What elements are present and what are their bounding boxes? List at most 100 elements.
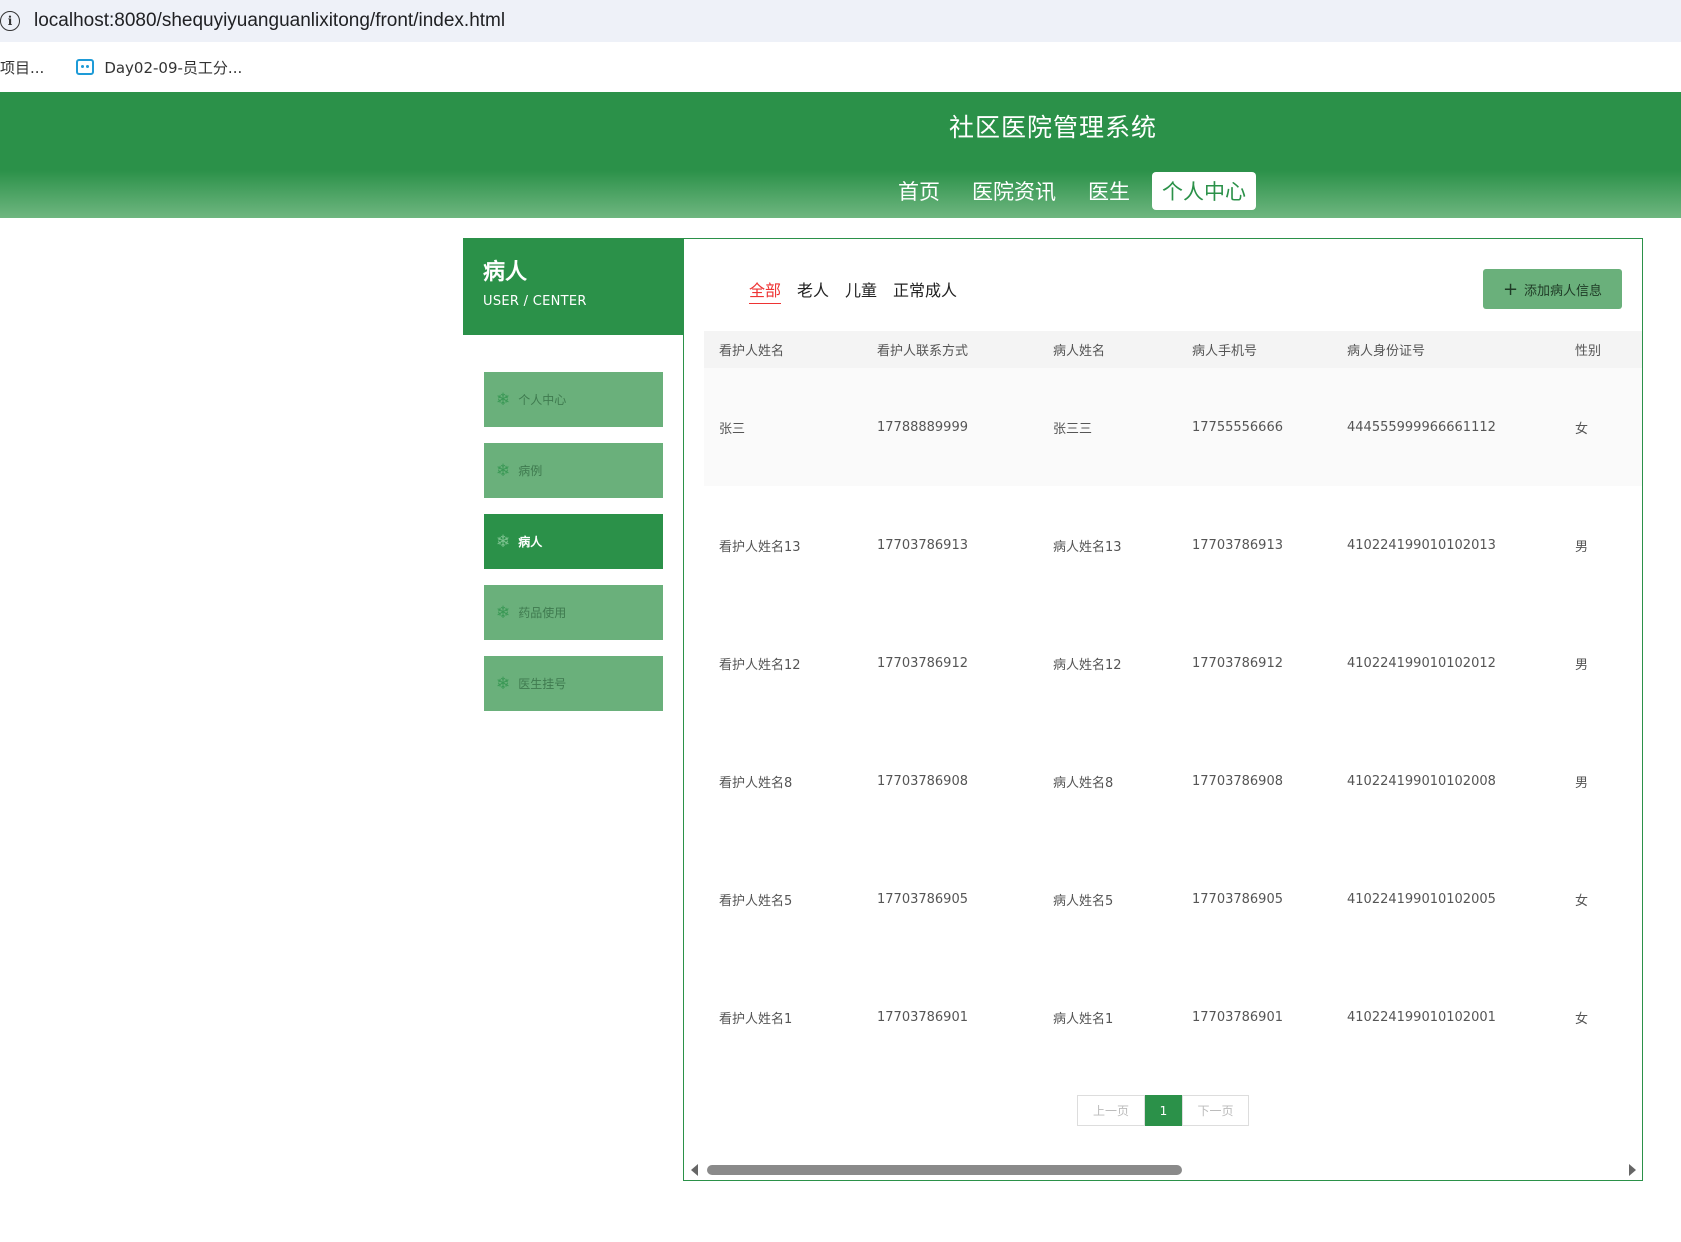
column-header: 看护人联系方式 bbox=[877, 344, 969, 359]
table-cell: 17703786901 bbox=[877, 1009, 968, 1025]
add-patient-button[interactable]: + 添加病人信息 bbox=[1483, 269, 1622, 309]
nav-hospital-news[interactable]: 医院资讯 bbox=[962, 172, 1066, 210]
sidebar-subtitle: USER / CENTER bbox=[483, 294, 587, 309]
table-cell: 410224199010102013 bbox=[1347, 537, 1496, 553]
category-filters: 全部 老人 儿童 正常成人 bbox=[749, 277, 973, 304]
nav-doctors[interactable]: 医生 bbox=[1078, 172, 1140, 210]
table-cell: 17703786905 bbox=[877, 891, 968, 907]
main-nav: 首页 医院资讯 医生 个人中心 bbox=[888, 172, 1268, 210]
site-header: 社区医院管理系统 首页 医院资讯 医生 个人中心 bbox=[0, 92, 1681, 218]
patient-table: 看护人姓名 看护人联系方式 病人姓名 病人手机号 病人身份证号 性别 张三 17… bbox=[704, 331, 1642, 1076]
snowflake-icon: ❄ bbox=[496, 389, 511, 410]
table-cell: 看护人姓名1 bbox=[719, 1011, 793, 1027]
table-cell: 男 bbox=[1575, 657, 1589, 673]
scrollbar-thumb[interactable] bbox=[707, 1165, 1182, 1175]
browser-address-bar[interactable]: i localhost:8080/shequyiyuanguanlixitong… bbox=[0, 0, 1681, 42]
table-cell: 张三三 bbox=[1053, 421, 1093, 437]
horizontal-scrollbar[interactable] bbox=[684, 1160, 1642, 1180]
scroll-right-arrow-icon[interactable] bbox=[1629, 1164, 1636, 1176]
table-cell: 17703786908 bbox=[877, 773, 968, 789]
add-patient-label: 添加病人信息 bbox=[1524, 283, 1603, 299]
nav-personal-center[interactable]: 个人中心 bbox=[1152, 172, 1256, 210]
table-cell: 17703786913 bbox=[1192, 537, 1283, 553]
url-text[interactable]: localhost:8080/shequyiyuanguanlixitong/f… bbox=[34, 10, 505, 32]
nav-home[interactable]: 首页 bbox=[888, 172, 950, 210]
table-cell: 17703786908 bbox=[1192, 773, 1283, 789]
sidebar-item-label: 医生挂号 bbox=[518, 677, 567, 691]
sidebar-item-personal-center[interactable]: ❄ 个人中心 bbox=[484, 372, 663, 427]
table-row[interactable]: 看护人姓名12 17703786912 病人姓名12 17703786912 4… bbox=[704, 604, 1642, 722]
sidebar-header: 病人 USER / CENTER bbox=[463, 238, 683, 335]
snowflake-icon: ❄ bbox=[496, 460, 511, 481]
snowflake-icon: ❄ bbox=[496, 531, 511, 552]
table-row[interactable]: 看护人姓名8 17703786908 病人姓名8 17703786908 410… bbox=[704, 722, 1642, 840]
table-cell: 看护人姓名8 bbox=[719, 775, 793, 791]
table-cell: 女 bbox=[1575, 893, 1589, 909]
table-cell: 444555999966661112 bbox=[1347, 419, 1496, 435]
table-cell: 17788889999 bbox=[877, 419, 968, 435]
sidebar-item-label: 病人 bbox=[518, 535, 543, 549]
table-row[interactable]: 看护人姓名5 17703786905 病人姓名5 17703786905 410… bbox=[704, 840, 1642, 958]
table-cell: 17703786913 bbox=[877, 537, 968, 553]
sidebar-item-cases[interactable]: ❄ 病例 bbox=[484, 443, 663, 498]
column-header: 病人身份证号 bbox=[1347, 344, 1426, 359]
table-cell: 410224199010102001 bbox=[1347, 1009, 1496, 1025]
table-cell: 410224199010102008 bbox=[1347, 773, 1496, 789]
sidebar-title: 病人 bbox=[483, 260, 528, 285]
column-header: 性别 bbox=[1575, 344, 1602, 359]
table-cell: 病人姓名12 bbox=[1053, 657, 1122, 673]
table-cell: 看护人姓名12 bbox=[719, 657, 801, 673]
column-header: 病人手机号 bbox=[1192, 344, 1258, 359]
bookmark-label: 项目... bbox=[0, 58, 45, 77]
snowflake-icon: ❄ bbox=[496, 673, 511, 694]
next-page-button[interactable]: 下一页 bbox=[1182, 1095, 1249, 1126]
table-cell: 17703786912 bbox=[877, 655, 968, 671]
sidebar-item-doctor-registration[interactable]: ❄ 医生挂号 bbox=[484, 656, 663, 711]
filter-adults[interactable]: 正常成人 bbox=[893, 277, 957, 304]
bilibili-icon bbox=[76, 59, 95, 75]
table-header: 看护人姓名 看护人联系方式 病人姓名 病人手机号 病人身份证号 性别 bbox=[704, 331, 1642, 368]
sidebar-item-patients[interactable]: ❄ 病人 bbox=[484, 514, 663, 569]
scroll-left-arrow-icon[interactable] bbox=[691, 1164, 698, 1176]
table-cell: 410224199010102012 bbox=[1347, 655, 1496, 671]
table-row[interactable]: 看护人姓名1 17703786901 病人姓名1 17703786901 410… bbox=[704, 958, 1642, 1076]
page-number-button[interactable]: 1 bbox=[1145, 1095, 1182, 1126]
pagination: 上一页 1 下一页 bbox=[1077, 1095, 1249, 1126]
bookmark-item[interactable]: Day02-09-员工分... bbox=[76, 57, 242, 78]
table-cell: 17703786912 bbox=[1192, 655, 1283, 671]
table-cell: 410224199010102005 bbox=[1347, 891, 1496, 907]
prev-page-button[interactable]: 上一页 bbox=[1077, 1095, 1145, 1126]
main-panel: 全部 老人 儿童 正常成人 + 添加病人信息 看护人姓名 看护人联系方式 病人姓… bbox=[683, 238, 1643, 1181]
table-cell: 男 bbox=[1575, 539, 1589, 555]
table-cell: 17703786901 bbox=[1192, 1009, 1283, 1025]
sidebar-item-label: 病例 bbox=[518, 464, 543, 478]
table-cell: 17703786905 bbox=[1192, 891, 1283, 907]
table-cell: 病人姓名1 bbox=[1053, 1011, 1114, 1027]
sidebar-menu: ❄ 个人中心 ❄ 病例 ❄ 病人 ❄ 药品使用 ❄ 医生挂号 bbox=[484, 372, 663, 727]
bookmark-label: Day02-09-员工分... bbox=[104, 58, 243, 77]
table-cell: 女 bbox=[1575, 421, 1589, 437]
filter-children[interactable]: 儿童 bbox=[845, 277, 877, 304]
table-cell: 看护人姓名13 bbox=[719, 539, 801, 555]
table-cell: 女 bbox=[1575, 1011, 1589, 1027]
table-cell: 病人姓名5 bbox=[1053, 893, 1114, 909]
filter-elderly[interactable]: 老人 bbox=[797, 277, 829, 304]
bookmark-item[interactable]: 项目... bbox=[0, 57, 44, 78]
table-cell: 男 bbox=[1575, 775, 1589, 791]
table-row[interactable]: 张三 17788889999 张三三 17755556666 444555999… bbox=[704, 368, 1642, 486]
table-row[interactable]: 看护人姓名13 17703786913 病人姓名13 17703786913 4… bbox=[704, 486, 1642, 604]
table-cell: 病人姓名8 bbox=[1053, 775, 1114, 791]
filter-all[interactable]: 全部 bbox=[749, 277, 782, 304]
column-header: 看护人姓名 bbox=[719, 344, 785, 359]
plus-icon: + bbox=[1502, 278, 1519, 300]
site-title: 社区医院管理系统 bbox=[948, 113, 1157, 142]
snowflake-icon: ❄ bbox=[496, 602, 511, 623]
table-cell: 看护人姓名5 bbox=[719, 893, 793, 909]
table-cell: 张三 bbox=[719, 421, 746, 437]
column-header: 病人姓名 bbox=[1053, 344, 1106, 359]
sidebar-item-label: 药品使用 bbox=[518, 606, 567, 620]
table-cell: 17755556666 bbox=[1192, 419, 1283, 435]
table-cell: 病人姓名13 bbox=[1053, 539, 1122, 555]
sidebar-item-medicine-usage[interactable]: ❄ 药品使用 bbox=[484, 585, 663, 640]
info-icon[interactable]: i bbox=[0, 11, 20, 31]
